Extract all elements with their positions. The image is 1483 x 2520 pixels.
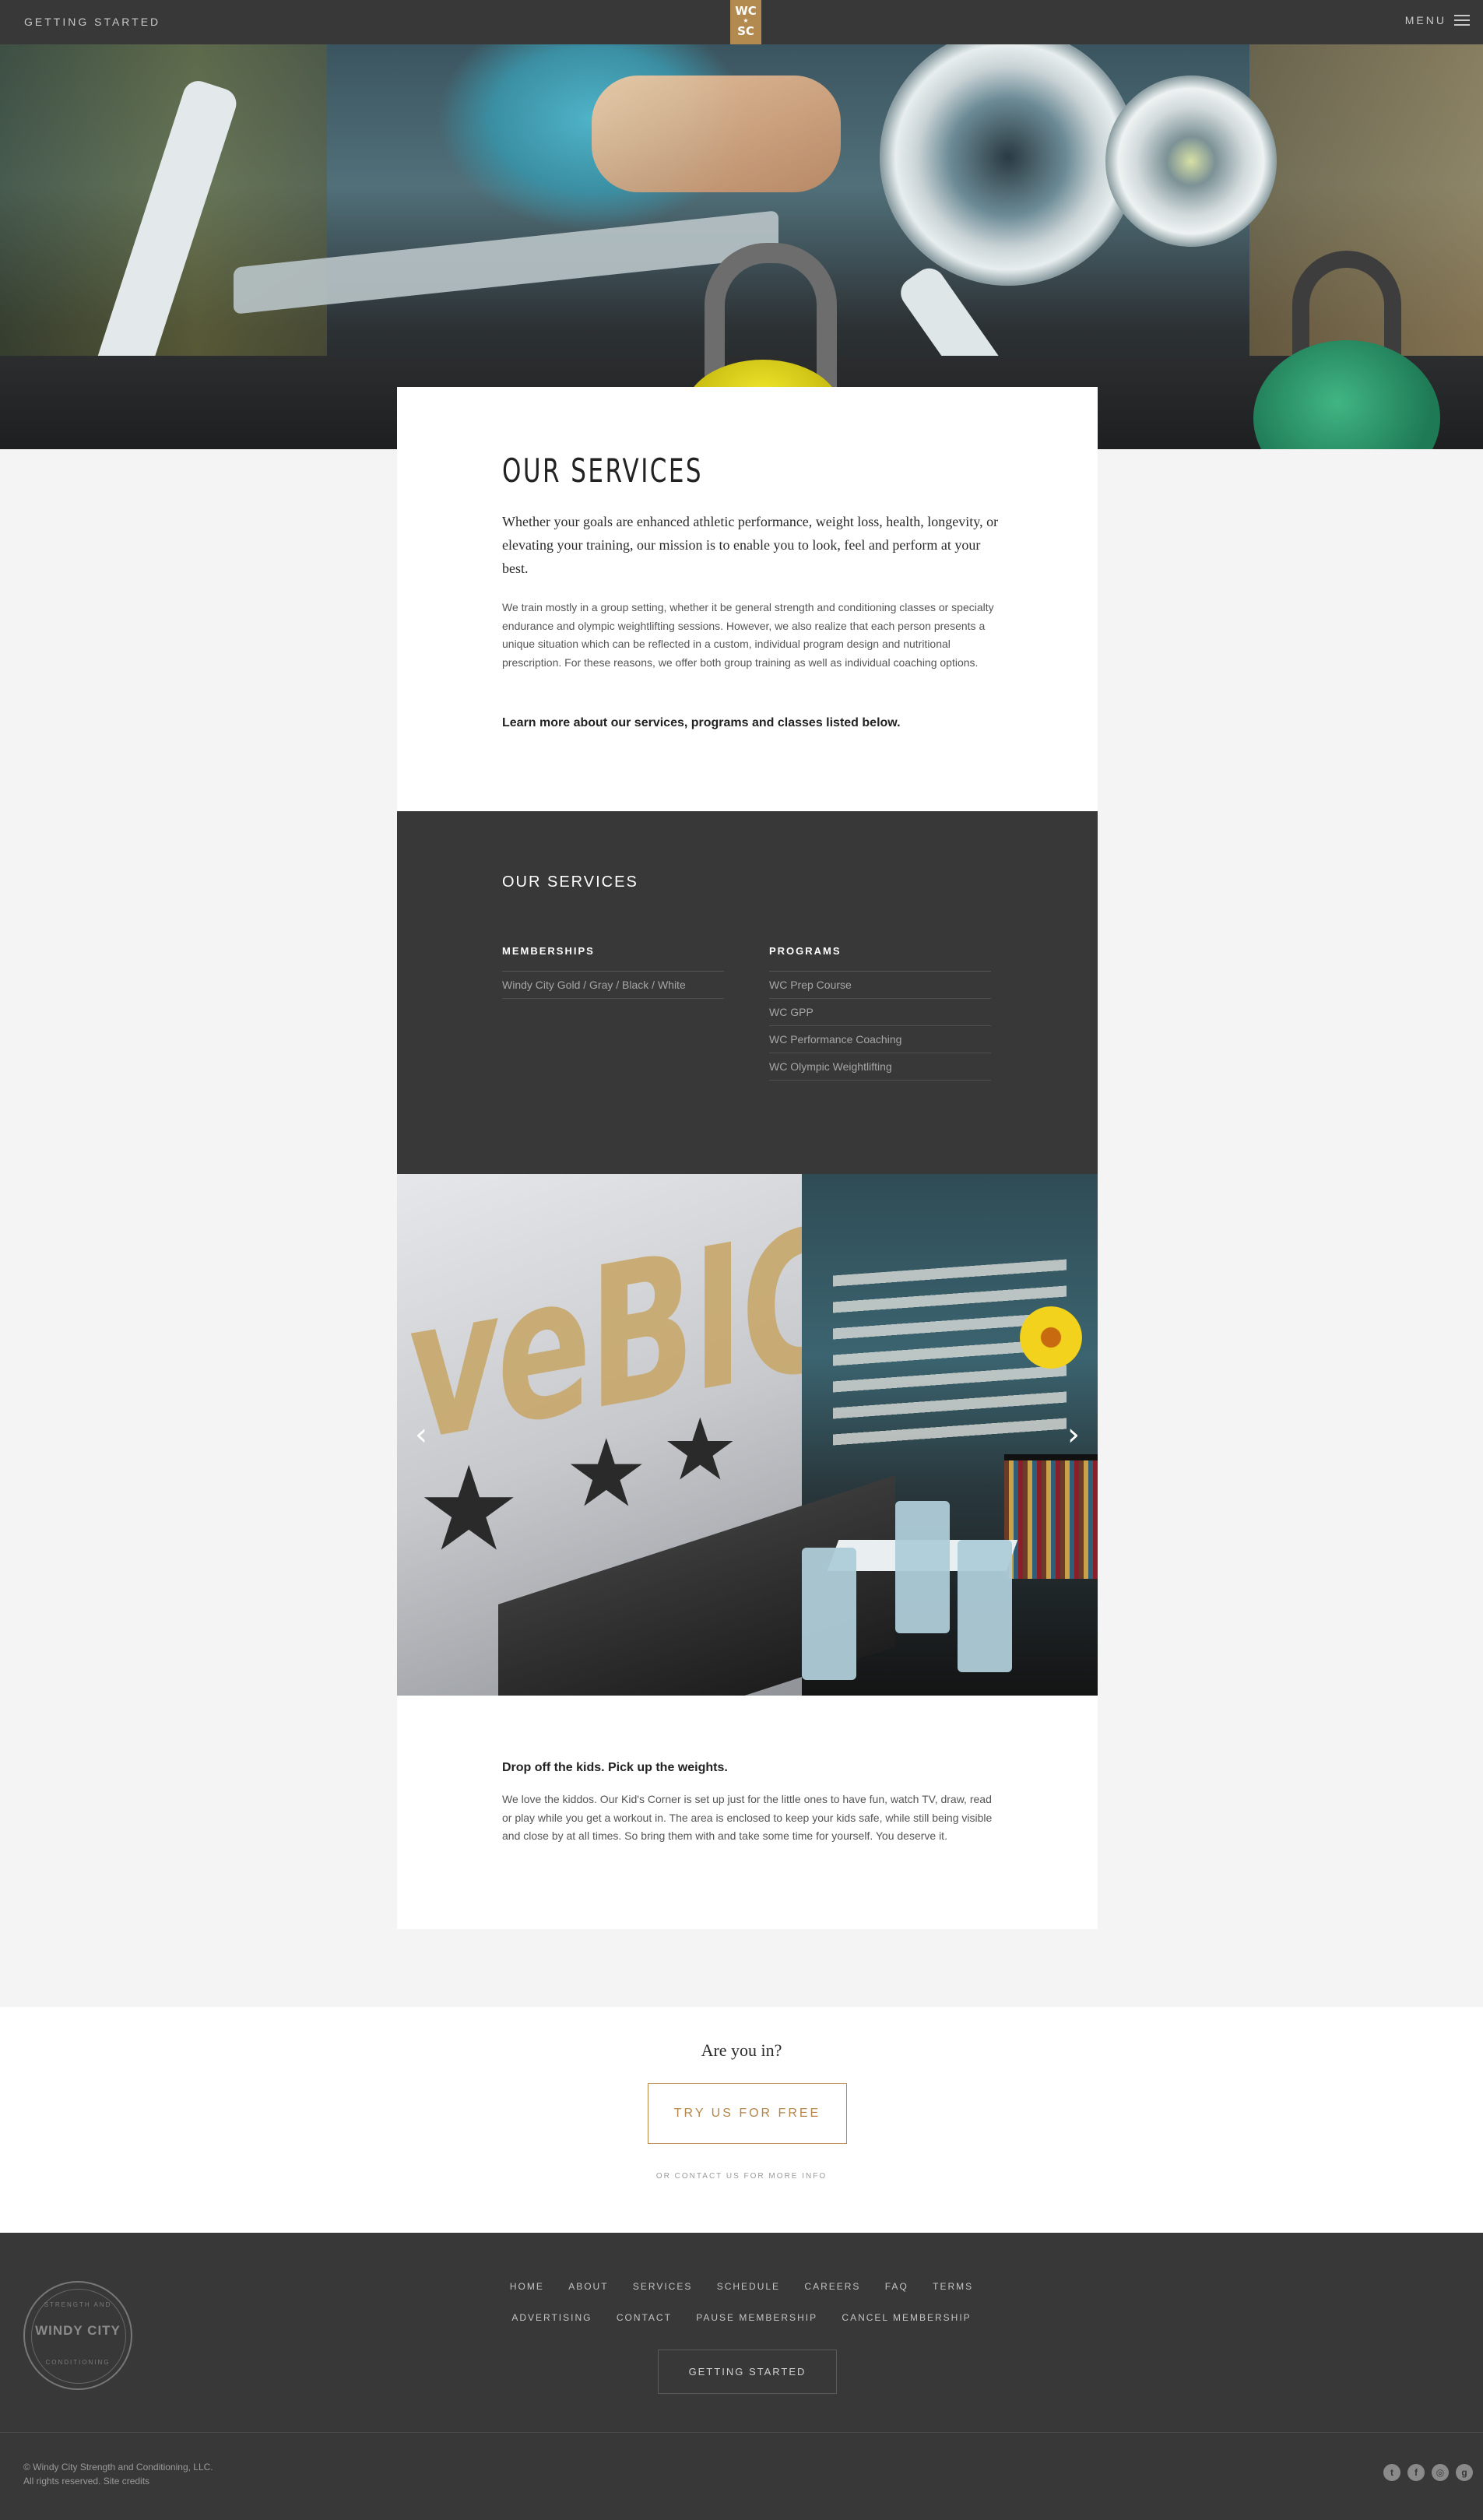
try-free-button[interactable]: TRY US FOR FREE <box>648 2083 847 2144</box>
social-links: t f ◎ g <box>1383 2464 1473 2481</box>
instagram-icon[interactable]: ◎ <box>1432 2464 1449 2481</box>
intro-card: OUR SERVICES Whether your goals are enha… <box>397 387 1098 811</box>
footer-link-careers[interactable]: CAREERS <box>804 2281 860 2292</box>
contact-info-link[interactable]: OR CONTACT US FOR MORE INFO <box>0 2172 1483 2181</box>
hamburger-icon <box>1454 14 1470 26</box>
footer-link-faq[interactable]: FAQ <box>885 2281 908 2292</box>
logo-star-icon: ★ <box>743 17 749 24</box>
footer-link-pause-membership[interactable]: PAUSE MEMBERSHIP <box>696 2312 817 2323</box>
rower-flywheel <box>880 44 1137 286</box>
program-link-gpp[interactable]: WC GPP <box>769 999 991 1026</box>
copyright-line: © Windy City Strength and Conditioning, … <box>23 2462 213 2473</box>
are-you-in-heading: Are you in? <box>701 2040 782 2060</box>
wall-star-icon: ★ <box>564 1422 648 1526</box>
memberships-column: MEMBERSHIPS Windy City Gold / Gray / Bla… <box>502 945 724 999</box>
badge-main-text: WINDY CITY <box>35 2323 121 2338</box>
slide-kids-chair <box>802 1548 856 1680</box>
membership-link[interactable]: Windy City Gold / Gray / Black / White <box>502 972 724 999</box>
wall-star-icon: ★ <box>416 1443 522 1574</box>
footer-link-cancel-membership[interactable]: CANCEL MEMBERSHIP <box>842 2312 971 2323</box>
intro-body: We train mostly in a group setting, whet… <box>502 601 994 669</box>
kids-corner-body: We love the kiddos. Our Kid's Corner is … <box>502 1793 993 1842</box>
page-title: OUR SERVICES <box>502 452 704 490</box>
footer-link-services[interactable]: SERVICES <box>633 2281 692 2292</box>
slide-bookshelf <box>1004 1454 1098 1579</box>
intro-cta-text: Learn more about our services, programs … <box>502 716 901 729</box>
slide-flower <box>1020 1306 1082 1369</box>
memberships-heading: MEMBERSHIPS <box>502 945 724 972</box>
footer-getting-started-button[interactable]: GETTING STARTED <box>658 2350 837 2394</box>
copyright: © Windy City Strength and Conditioning, … <box>23 2460 213 2488</box>
program-link-olympic-weightlifting[interactable]: WC Olympic Weightlifting <box>769 1053 991 1081</box>
footer-divider <box>0 2432 1483 2433</box>
footer-nav-secondary: ADVERTISING CONTACT PAUSE MEMBERSHIP CAN… <box>0 2312 1483 2323</box>
slider-next-icon[interactable]: › <box>1062 1419 1085 1450</box>
menu-label: MENU <box>1404 14 1446 26</box>
footer-logo-badge: STRENGTH AND WINDY CITY CONDITIONING <box>23 2281 132 2390</box>
facebook-icon[interactable]: f <box>1407 2464 1425 2481</box>
badge-bottom-text: CONDITIONING <box>45 2359 111 2366</box>
badge-top-text: STRENGTH AND <box>44 2301 112 2308</box>
programs-heading: PROGRAMS <box>769 945 991 972</box>
footer-link-about[interactable]: ABOUT <box>568 2281 608 2292</box>
twitter-icon[interactable]: t <box>1383 2464 1400 2481</box>
footer-link-schedule[interactable]: SCHEDULE <box>717 2281 780 2292</box>
kids-corner-title: Drop off the kids. Pick up the weights. <box>502 1761 728 1774</box>
rower-flywheel-back <box>1105 76 1277 247</box>
slider-prev-icon[interactable]: ‹ <box>409 1419 433 1450</box>
kids-corner-card: Drop off the kids. Pick up the weights. … <box>397 1696 1098 1929</box>
logo-top-text: WC <box>735 4 757 18</box>
programs-column: PROGRAMS WC Prep Course WC GPP WC Perfor… <box>769 945 991 1081</box>
footer-nav-primary: HOME ABOUT SERVICES SCHEDULE CAREERS FAQ… <box>0 2281 1483 2292</box>
program-link-prep-course[interactable]: WC Prep Course <box>769 972 991 999</box>
slide-kids-chair <box>958 1540 1012 1672</box>
getting-started-link[interactable]: GETTING STARTED <box>24 16 160 28</box>
wall-star-icon: ★ <box>662 1402 739 1498</box>
footer-link-home[interactable]: HOME <box>510 2281 544 2292</box>
logo-bottom-text: SC <box>737 24 754 38</box>
footer-link-advertising[interactable]: ADVERTISING <box>511 2312 592 2323</box>
hero-legs <box>592 76 841 192</box>
menu-button[interactable]: MENU <box>1405 14 1470 26</box>
footer-link-terms[interactable]: TERMS <box>933 2281 973 2292</box>
slide-kids-chair <box>895 1501 950 1633</box>
google-plus-icon[interactable]: g <box>1456 2464 1473 2481</box>
services-list-section: OUR SERVICES MEMBERSHIPS Windy City Gold… <box>397 811 1098 1174</box>
top-bar: GETTING STARTED WC ★ SC MENU <box>0 0 1483 44</box>
intro-lead: Whether your goals are enhanced athletic… <box>502 514 999 576</box>
logo[interactable]: WC ★ SC <box>730 0 761 44</box>
try-free-section: Are you in? TRY US FOR FREE OR CONTACT U… <box>0 2007 1483 2233</box>
footer: STRENGTH AND WINDY CITY CONDITIONING HOM… <box>0 2233 1483 2520</box>
copyright-credits-link[interactable]: All rights reserved. Site credits <box>23 2474 213 2488</box>
program-link-performance-coaching[interactable]: WC Performance Coaching <box>769 1026 991 1053</box>
photo-slider[interactable]: veBIG ★ ★ ★ ‹ › <box>397 1174 1098 1696</box>
footer-link-contact[interactable]: CONTACT <box>617 2312 672 2323</box>
services-heading: OUR SERVICES <box>502 873 638 891</box>
